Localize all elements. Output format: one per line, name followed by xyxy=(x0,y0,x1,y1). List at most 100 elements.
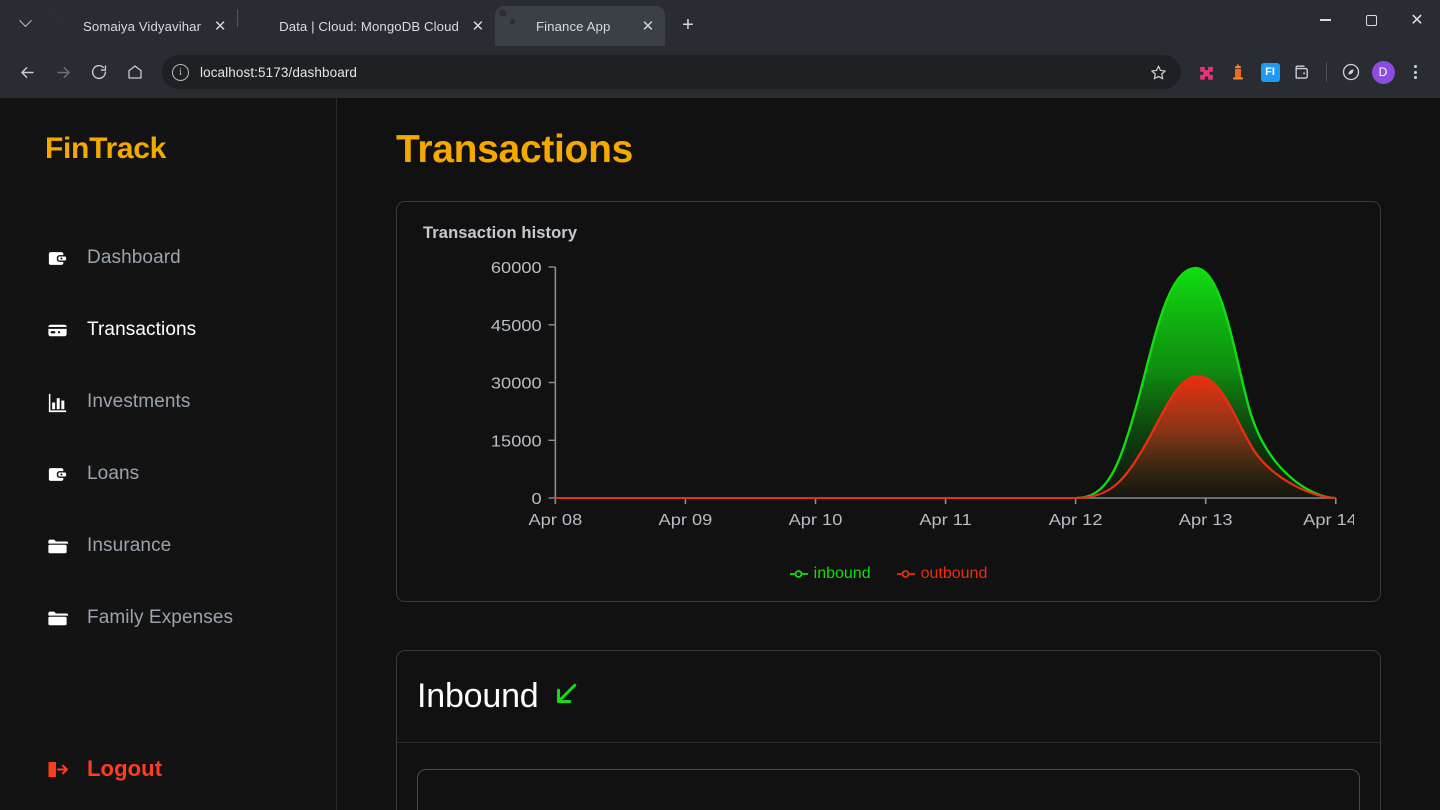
sidebar-item-label: Family Expenses xyxy=(87,607,234,628)
wallet-icon xyxy=(45,246,69,270)
sidebar-item-transactions[interactable]: Transactions xyxy=(0,294,336,366)
tab-title: Data | Cloud: MongoDB Cloud xyxy=(279,18,459,34)
minimize-button[interactable] xyxy=(1302,0,1348,40)
browser-toolbar: i localhost:5173/dashboard FI D xyxy=(0,46,1440,98)
home-icon xyxy=(128,65,142,79)
sidebar-item-investments[interactable]: Investments xyxy=(0,366,336,438)
legend-item-outbound[interactable]: outbound xyxy=(896,565,987,583)
sidebar-item-label: Dashboard xyxy=(87,247,181,268)
logout-container: Logout xyxy=(0,756,336,810)
inbound-section-header: Inbound xyxy=(397,677,1380,743)
chart-title: Transaction history xyxy=(423,224,578,242)
folder-icon xyxy=(45,534,69,558)
close-window-button[interactable]: ✕ xyxy=(1394,0,1440,40)
cards-container: Transaction history 60000 45000 30000 15… xyxy=(337,201,1440,810)
bookmark-star-icon[interactable] xyxy=(1141,55,1175,89)
sidebar-item-insurance[interactable]: Insurance xyxy=(0,510,336,582)
new-tab-button[interactable]: + xyxy=(673,10,703,40)
wallet-extension-icon[interactable] xyxy=(1287,57,1317,87)
credit-card-icon xyxy=(45,318,69,342)
home-button[interactable] xyxy=(118,55,152,89)
tab-close-icon[interactable]: ✕ xyxy=(207,13,233,39)
tab-close-icon[interactable]: ✕ xyxy=(465,13,491,39)
arrow-down-left-icon xyxy=(551,679,581,714)
maximize-button[interactable] xyxy=(1348,0,1394,40)
puzzle-pink-icon[interactable] xyxy=(1191,57,1221,87)
fi-extension-icon[interactable]: FI xyxy=(1255,57,1285,87)
address-bar[interactable]: i localhost:5173/dashboard xyxy=(162,55,1181,89)
sidebar-item-dashboard[interactable]: Dashboard xyxy=(0,222,336,294)
tab-strip: Somaiya Vidyavihar ✕ Data | Cloud: Mongo… xyxy=(0,0,1440,46)
forward-button[interactable] xyxy=(46,55,80,89)
y-tick-label: 45000 xyxy=(491,316,542,335)
kebab-menu-icon xyxy=(1413,65,1417,79)
page-viewport: FinTrack Dashboard Transactions Investme… xyxy=(0,98,1440,810)
window-controls: ✕ xyxy=(1302,0,1440,46)
legend-item-inbound[interactable]: inbound xyxy=(789,565,871,583)
browser-menu-button[interactable] xyxy=(1400,57,1430,87)
tab-title: Finance App xyxy=(535,18,611,34)
tab-title: Somaiya Vidyavihar xyxy=(83,18,202,34)
globe-icon xyxy=(508,18,525,35)
tab-close-icon[interactable]: ✕ xyxy=(635,13,661,39)
mongodb-leaf-icon xyxy=(251,18,268,35)
y-tick-label: 0 xyxy=(532,489,542,508)
arrow-right-icon xyxy=(56,66,70,78)
y-tick-label: 15000 xyxy=(491,431,542,450)
outbound-area xyxy=(555,375,1336,498)
x-tick-label: Apr 08 xyxy=(528,510,582,529)
sidebar-item-loans[interactable]: Loans xyxy=(0,438,336,510)
bar-chart-icon xyxy=(45,390,69,414)
x-tick-label: Apr 11 xyxy=(919,510,971,529)
inbound-section-title: Inbound xyxy=(417,677,539,715)
avatar-initial: D xyxy=(1371,60,1395,84)
leaf-shield-icon[interactable] xyxy=(1336,57,1366,87)
browser-tab-1[interactable]: Somaiya Vidyavihar ✕ xyxy=(42,6,237,46)
transaction-history-chart[interactable]: 60000 45000 30000 15000 0 Apr 08 Apr 09 … xyxy=(423,253,1354,563)
browser-window: Somaiya Vidyavihar ✕ Data | Cloud: Mongo… xyxy=(0,0,1440,810)
sidebar-nav: Dashboard Transactions Investments Loans… xyxy=(0,222,336,654)
chevron-down-icon xyxy=(18,13,32,27)
x-tick-label: Apr 09 xyxy=(659,510,713,529)
wallet-icon xyxy=(45,462,69,486)
profile-avatar[interactable]: D xyxy=(1368,57,1398,87)
browser-tab-3-active[interactable]: Finance App ✕ xyxy=(494,6,665,46)
folder-icon xyxy=(45,606,69,630)
x-tick-label: Apr 13 xyxy=(1179,510,1233,529)
sidebar-item-family-expenses[interactable]: Family Expenses xyxy=(0,582,336,654)
toolbar-divider xyxy=(1326,62,1327,82)
sidebar-item-label: Investments xyxy=(87,391,191,412)
legend-marker-icon xyxy=(896,570,915,578)
tab-search-chevron-down-icon[interactable] xyxy=(8,8,42,38)
arrow-left-icon xyxy=(20,66,34,78)
main-content: Transactions Transaction history 60000 4… xyxy=(337,98,1440,810)
site-info-icon[interactable]: i xyxy=(172,63,189,81)
y-tick-label: 60000 xyxy=(491,258,542,277)
transaction-history-card: Transaction history 60000 45000 30000 15… xyxy=(396,201,1381,602)
url-text: localhost:5173/dashboard xyxy=(200,64,358,80)
inbound-section-card: Inbound xyxy=(396,650,1381,810)
legend-label: inbound xyxy=(813,565,871,582)
reload-button[interactable] xyxy=(82,55,116,89)
y-tick-label: 30000 xyxy=(491,374,542,393)
sidebar-item-label: Loans xyxy=(87,463,140,484)
fire-hydrant-icon[interactable] xyxy=(1223,57,1253,87)
globe-icon xyxy=(55,18,72,35)
inbound-table-container xyxy=(417,769,1360,810)
chart-svg: 60000 45000 30000 15000 0 Apr 08 Apr 09 … xyxy=(491,258,1354,529)
x-tick-label: Apr 10 xyxy=(789,510,843,529)
chart-legend: inbound outbound xyxy=(423,565,1354,583)
logout-button[interactable]: Logout xyxy=(45,756,336,782)
app-logo[interactable]: FinTrack xyxy=(0,132,336,166)
x-tick-label: Apr 14 xyxy=(1303,510,1354,529)
logout-label: Logout xyxy=(87,756,163,781)
reload-icon xyxy=(91,65,107,80)
browser-tab-2[interactable]: Data | Cloud: MongoDB Cloud ✕ xyxy=(238,6,495,46)
back-button[interactable] xyxy=(10,55,44,89)
x-tick-label: Apr 12 xyxy=(1049,510,1103,529)
sidebar-item-label: Transactions xyxy=(87,319,197,340)
sidebar-item-label: Insurance xyxy=(87,535,172,556)
page-title: Transactions xyxy=(396,128,633,171)
fi-badge-label: FI xyxy=(1260,62,1280,82)
legend-marker-icon xyxy=(789,570,808,578)
